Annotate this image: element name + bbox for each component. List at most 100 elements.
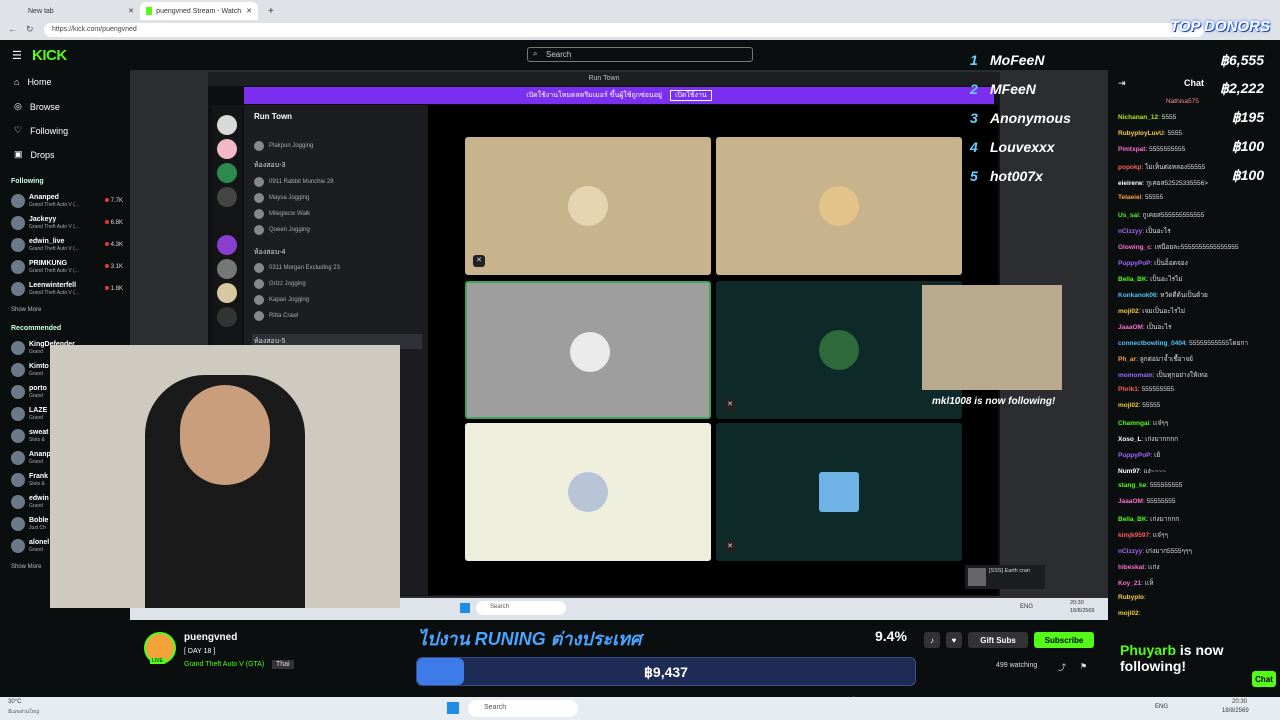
tab-kick-stream[interactable]: puengvned Stream - Watch Live o... ✕ — [140, 2, 258, 20]
voice-user[interactable]: 0911 Rabbit Munchie 28 — [254, 177, 424, 187]
chat-username[interactable]: Koy_21 — [1118, 580, 1141, 587]
gift-subs-button[interactable]: Gift Subs — [968, 632, 1028, 648]
windows-start-icon[interactable] — [447, 702, 459, 714]
search-input[interactable]: ⌕ Search — [527, 47, 753, 62]
voice-user[interactable]: Kapao Jogging — [254, 295, 424, 305]
notification-bell-icon[interactable]: ♪ — [924, 632, 940, 648]
close-icon[interactable]: ✕ — [246, 7, 252, 15]
chat-username[interactable]: nCizzyy — [1118, 228, 1142, 235]
server-icon[interactable] — [217, 115, 237, 135]
streamer-name[interactable]: puengvned — [184, 632, 237, 643]
chat-username[interactable]: Bella_BK — [1118, 276, 1147, 283]
chat-username[interactable]: Bella_BK — [1118, 516, 1147, 523]
channel-name: Ananped — [29, 194, 59, 201]
following-item[interactable]: Ananped Grand Theft Auto V (... 7.7K — [11, 191, 123, 211]
voice-user[interactable]: 0311 Morgan Excluding 23 — [254, 263, 424, 273]
server-icon[interactable] — [217, 163, 237, 183]
chat-username[interactable]: moji02 — [1118, 308, 1139, 315]
chat-username[interactable]: hibeskat — [1118, 564, 1144, 571]
server-name[interactable]: Run Town — [254, 112, 292, 121]
chat-username[interactable]: Phrik1 — [1118, 386, 1138, 393]
server-icon[interactable] — [217, 187, 237, 207]
rank-row: 1 MoFeeN — [970, 52, 1045, 68]
reload-icon[interactable]: ↻ — [26, 24, 34, 35]
voice-user-name: 0911 Rabbit Munchie 28 — [269, 179, 334, 185]
report-icon[interactable]: ⚑ — [1080, 662, 1087, 671]
taskbar-search[interactable]: Search — [468, 700, 578, 717]
date[interactable]: 18/8/2569 — [1222, 708, 1249, 714]
chat-username[interactable]: kimjk9597 — [1118, 532, 1149, 539]
following-item[interactable]: PRIMKUNG Grand Theft Auto V (... 3.1K — [11, 257, 123, 277]
chat-username[interactable]: Ph_ar — [1118, 356, 1136, 363]
chat-send-button[interactable]: Chat — [1252, 671, 1276, 687]
chat-username[interactable]: PuppyPoP — [1118, 260, 1151, 267]
voice-channel[interactable]: ห้องสอบ-4 — [254, 247, 285, 258]
voice-user[interactable]: Maysa Jogging — [254, 193, 424, 203]
following-item[interactable]: Leenwinterfell Grand Theft Auto V (... 1.8… — [11, 279, 123, 299]
chat-username[interactable]: JaaaOM — [1118, 324, 1143, 331]
chat-username[interactable]: Xoso_L — [1118, 436, 1141, 443]
video-tile-speaking[interactable] — [465, 281, 711, 419]
chat-username[interactable]: JaaaOM — [1118, 498, 1143, 505]
nav-browse[interactable]: ◎ Browse — [14, 101, 60, 112]
share-icon[interactable]: ⤴ — [1058, 662, 1066, 673]
voice-channel[interactable]: ห้องสอบ-3 — [254, 160, 285, 171]
chat-username[interactable]: Chamngai — [1118, 420, 1149, 427]
video-tile[interactable] — [716, 137, 962, 275]
video-tile[interactable]: ✕ — [465, 137, 711, 275]
voice-user[interactable]: Ritta Crawl — [254, 311, 424, 321]
server-icon[interactable] — [217, 259, 237, 279]
avatar — [11, 260, 25, 274]
chat-username[interactable]: nCizzyy — [1118, 548, 1142, 555]
following-item[interactable]: edwin_live Grand Theft Auto V (... 4.3K — [11, 235, 123, 255]
following-item[interactable]: Jackeyy Grand Theft Auto V (... 6.8K — [11, 213, 123, 233]
lang-indicator[interactable]: ENG — [1155, 704, 1168, 710]
heart-icon[interactable]: ♥ — [946, 632, 962, 648]
stream-category[interactable]: Grand Theft Auto V (GTA) — [184, 661, 264, 668]
channel-name: edwin_live — [29, 238, 65, 245]
chat-username[interactable]: momomam — [1118, 372, 1153, 379]
show-more-following[interactable]: Show More — [11, 307, 41, 313]
voice-user[interactable]: Plakpun Jogging — [254, 141, 424, 151]
server-icon[interactable] — [217, 283, 237, 303]
chat-message: connectbowling_0404: 55555555555โดยกา — [1118, 340, 1249, 347]
voice-user[interactable]: Mileglecw Walk — [254, 209, 424, 219]
new-tab-plus-icon[interactable]: + — [262, 2, 276, 20]
chat-username[interactable]: moji02 — [1118, 402, 1139, 409]
avatar — [11, 407, 25, 421]
video-tile[interactable] — [465, 423, 711, 561]
tab-new-tab[interactable]: New tab ✕ — [22, 2, 140, 20]
voice-user[interactable]: Grizz Jogging — [254, 279, 424, 289]
nav-home[interactable]: ⌂ Home — [14, 77, 51, 87]
subscribe-button[interactable]: Subscribe — [1034, 632, 1094, 648]
chat-username[interactable]: Us_sai — [1118, 212, 1139, 219]
chat-username[interactable]: Num97 — [1118, 468, 1140, 475]
chat-username[interactable]: connectbowling_0404 — [1118, 340, 1186, 347]
address-bar[interactable]: https://kick.com/puengvned — [44, 23, 1204, 37]
chat-username[interactable]: Rubyplo — [1118, 594, 1144, 601]
kick-logo[interactable]: KICK — [32, 47, 67, 64]
chat-text: เเจ๋ๆๆ — [1152, 532, 1168, 539]
nav-following[interactable]: ♡ Following — [14, 125, 68, 136]
chat-username[interactable]: Glowing_c — [1118, 244, 1151, 251]
nav-drops[interactable]: ▣ Drops — [14, 149, 55, 160]
server-icon[interactable] — [217, 139, 237, 159]
back-arrow-icon[interactable]: ← — [8, 24, 17, 34]
show-more-recommended[interactable]: Show More — [11, 564, 41, 570]
clock[interactable]: 20:30 — [1232, 699, 1247, 705]
channel-name: alonel — [29, 539, 50, 546]
voice-user[interactable]: Queen Jogging — [254, 225, 424, 235]
video-tile[interactable]: ✕ — [716, 423, 962, 561]
server-icon[interactable] — [217, 307, 237, 327]
chat-username[interactable]: Telaeiei — [1118, 194, 1141, 201]
server-icon[interactable] — [217, 235, 237, 255]
discord-user-card[interactable]: [SSS] Earth cran — [965, 565, 1045, 589]
close-icon[interactable]: ✕ — [128, 7, 134, 15]
language-tag[interactable]: Thai — [272, 660, 294, 669]
chat-username[interactable]: PuppyPoP — [1118, 452, 1151, 459]
chat-username[interactable]: stang_ke — [1118, 482, 1146, 489]
banner-button[interactable]: เปิดใช้งาน — [669, 90, 712, 101]
menu-icon[interactable]: ☰ — [12, 49, 22, 62]
chat-username[interactable]: Konkanok06 — [1118, 292, 1157, 299]
chat-username[interactable]: moji02 — [1118, 610, 1139, 617]
